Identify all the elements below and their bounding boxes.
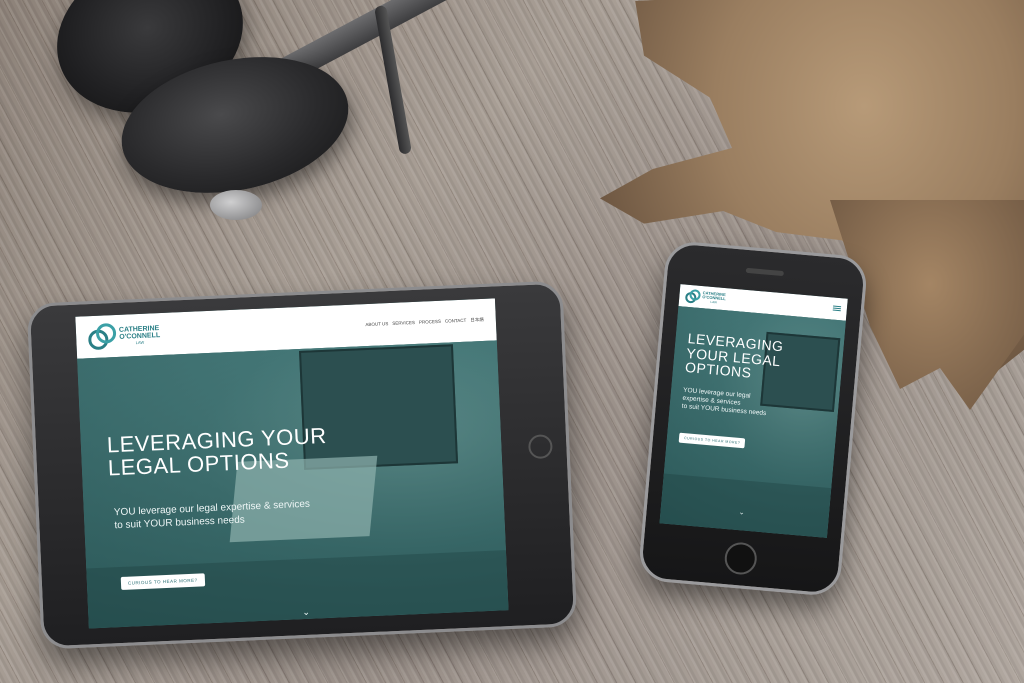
phone-site-logo[interactable]: CATHERINE O'CONNELL LAW [684, 289, 726, 306]
hero-bg-desk [86, 550, 509, 629]
main-nav: ABOUT US SERVICES PROCESS CONTACT 日本語 [361, 317, 484, 328]
hero-section: LEVERAGING YOUR LEGAL OPTIONS YOU levera… [77, 340, 509, 629]
chevron-down-icon[interactable]: ⌄ [302, 607, 310, 618]
logo-mark-icon [684, 289, 702, 304]
hamburger-menu-icon[interactable] [832, 305, 842, 313]
hero-title: LEVERAGING YOUR LEGAL OPTIONS [106, 422, 328, 481]
nav-about-us[interactable]: ABOUT US [365, 321, 388, 328]
logo-mark-icon [87, 322, 117, 351]
nav-japanese[interactable]: 日本語 [470, 317, 484, 324]
tablet-screen: CATHERINE O'CONNELL LAW ABOUT US SERVICE… [75, 298, 509, 629]
phone-hero-title: LEVERAGING YOUR LEGAL OPTIONS [684, 330, 785, 382]
desk-scene: CATHERINE O'CONNELL LAW ABOUT US SERVICE… [0, 0, 1024, 683]
phone-device: CATHERINE O'CONNELL LAW LEVERAGING YOUR … [637, 239, 869, 598]
phone-hero-section: LEVERAGING YOUR LEGAL OPTIONS YOU levera… [659, 306, 846, 538]
site-logo[interactable]: CATHERINE O'CONNELL LAW [87, 321, 161, 351]
phone-hero-subtitle: YOU leverage our legal expertise & servi… [681, 386, 767, 418]
phone-hero-cta-button[interactable]: CURIOUS TO HEAR MORE? [678, 432, 746, 449]
tablet-device: CATHERINE O'CONNELL LAW ABOUT US SERVICE… [26, 280, 578, 650]
nav-process[interactable]: PROCESS [419, 319, 441, 326]
nav-services[interactable]: SERVICES [392, 320, 415, 327]
phone-screen: CATHERINE O'CONNELL LAW LEVERAGING YOUR … [659, 284, 848, 538]
tablet-home-button [527, 434, 553, 460]
phone-home-button [723, 541, 759, 576]
phone-hero-bg-desk [659, 473, 832, 538]
headphone-hinge [210, 190, 262, 220]
phone-speaker [745, 267, 784, 277]
nav-contact[interactable]: CONTACT [445, 318, 467, 325]
chevron-down-icon[interactable]: ⌄ [738, 508, 745, 516]
